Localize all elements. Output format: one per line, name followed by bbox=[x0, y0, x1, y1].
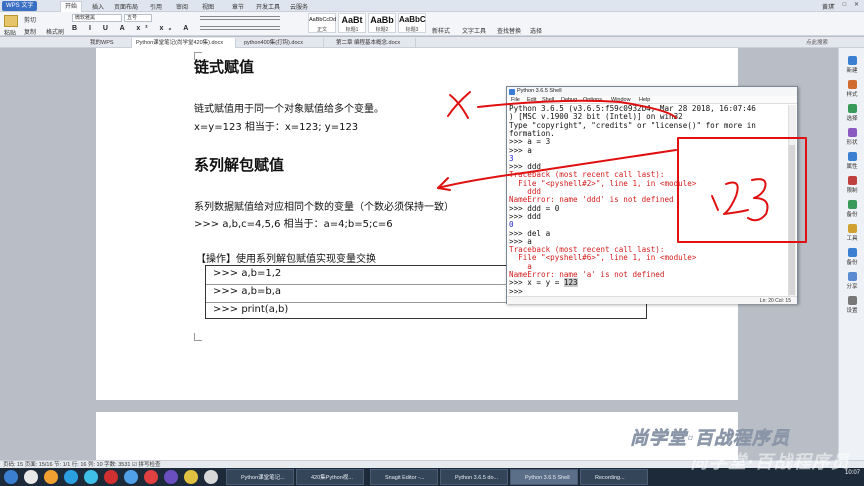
sidebar-item[interactable]: 选择 bbox=[839, 104, 864, 122]
right-sidebar: 新建 样式 选择 形状 属性 限制 备份 工具 备份 分享 设置 bbox=[838, 48, 864, 460]
sidebar-icon bbox=[847, 272, 857, 281]
taskbar-app-recording[interactable]: Recording... bbox=[580, 469, 648, 485]
start-icon[interactable] bbox=[4, 470, 18, 484]
sidebar-item-label: 新建 bbox=[846, 68, 858, 74]
app-icon[interactable] bbox=[204, 470, 218, 484]
ie-icon[interactable] bbox=[24, 470, 38, 484]
sidebar-icon bbox=[847, 104, 857, 113]
sidebar-item[interactable]: 工具 bbox=[839, 224, 864, 242]
sidebar-icon bbox=[847, 56, 857, 65]
arrow-stroke bbox=[477, 99, 677, 119]
sidebar-item[interactable]: 限制 bbox=[839, 176, 864, 194]
sidebar-item-label: 分享 bbox=[846, 284, 858, 290]
app-icon[interactable] bbox=[104, 470, 118, 484]
handwritten-digit-stroke bbox=[723, 181, 749, 215]
chrome-icon[interactable] bbox=[184, 470, 198, 484]
sidebar-icon bbox=[847, 152, 857, 161]
explorer-icon[interactable] bbox=[44, 470, 58, 484]
sidebar-item-label: 备份 bbox=[846, 212, 858, 218]
sidebar-item-label: 限制 bbox=[846, 188, 858, 194]
sidebar-icon bbox=[847, 296, 857, 305]
taskbar-app-python-shell[interactable]: Python 3.6.5 Shell bbox=[510, 469, 578, 485]
highlight-box bbox=[677, 137, 807, 243]
sidebar-item-label: 形状 bbox=[846, 140, 858, 146]
taskbar-app-snagit[interactable]: Snagit Editor -... bbox=[370, 469, 438, 485]
wps-icon[interactable] bbox=[144, 470, 158, 484]
sidebar-item[interactable]: 设置 bbox=[839, 296, 864, 314]
watermark: 尚学堂·百战程序员 bbox=[630, 428, 790, 450]
sidebar-item-label: 选择 bbox=[846, 116, 858, 122]
sidebar-item[interactable]: 备份 bbox=[839, 200, 864, 218]
sidebar-item[interactable]: 样式 bbox=[839, 80, 864, 98]
taskbar-app-420-video[interactable]: 420集Python视... bbox=[296, 469, 364, 485]
sidebar-item[interactable]: 形状 bbox=[839, 128, 864, 146]
sidebar-icon bbox=[847, 248, 857, 257]
annotation-strokes bbox=[437, 91, 807, 243]
watermark: 尚学堂·百战程序员 bbox=[690, 452, 850, 473]
handwritten-digit-stroke bbox=[747, 178, 769, 222]
sidebar-icon bbox=[847, 224, 857, 233]
sidebar-item-label: 备份 bbox=[846, 260, 858, 266]
qq-icon[interactable] bbox=[84, 470, 98, 484]
sidebar-item[interactable]: 备份 bbox=[839, 248, 864, 266]
sidebar-item-label: 属性 bbox=[846, 164, 858, 170]
sidebar-item[interactable]: 分享 bbox=[839, 272, 864, 290]
sidebar-item-label: 工具 bbox=[846, 236, 858, 242]
sidebar-item-label: 设置 bbox=[846, 308, 858, 314]
app-icon[interactable] bbox=[164, 470, 178, 484]
handwritten-x-stroke bbox=[449, 94, 469, 119]
sidebar-item[interactable]: 属性 bbox=[839, 152, 864, 170]
app-icon[interactable] bbox=[124, 470, 138, 484]
sidebar-item-label: 样式 bbox=[846, 92, 858, 98]
taskbar-app-python-notes[interactable]: Python课堂笔记... bbox=[226, 469, 294, 485]
taskbar-app-python-docs[interactable]: Python 3.6.5 do... bbox=[440, 469, 508, 485]
sidebar-icon bbox=[847, 200, 857, 209]
annotation-layer bbox=[437, 91, 807, 243]
handwritten-digit-stroke bbox=[711, 195, 719, 211]
arrow-stroke bbox=[437, 149, 677, 189]
sidebar-item[interactable]: 新建 bbox=[839, 56, 864, 74]
browser-icon[interactable] bbox=[64, 470, 78, 484]
sidebar-icon bbox=[847, 80, 857, 89]
sidebar-icon bbox=[847, 128, 857, 137]
sidebar-icon bbox=[847, 176, 857, 185]
arrow-head bbox=[437, 177, 451, 191]
